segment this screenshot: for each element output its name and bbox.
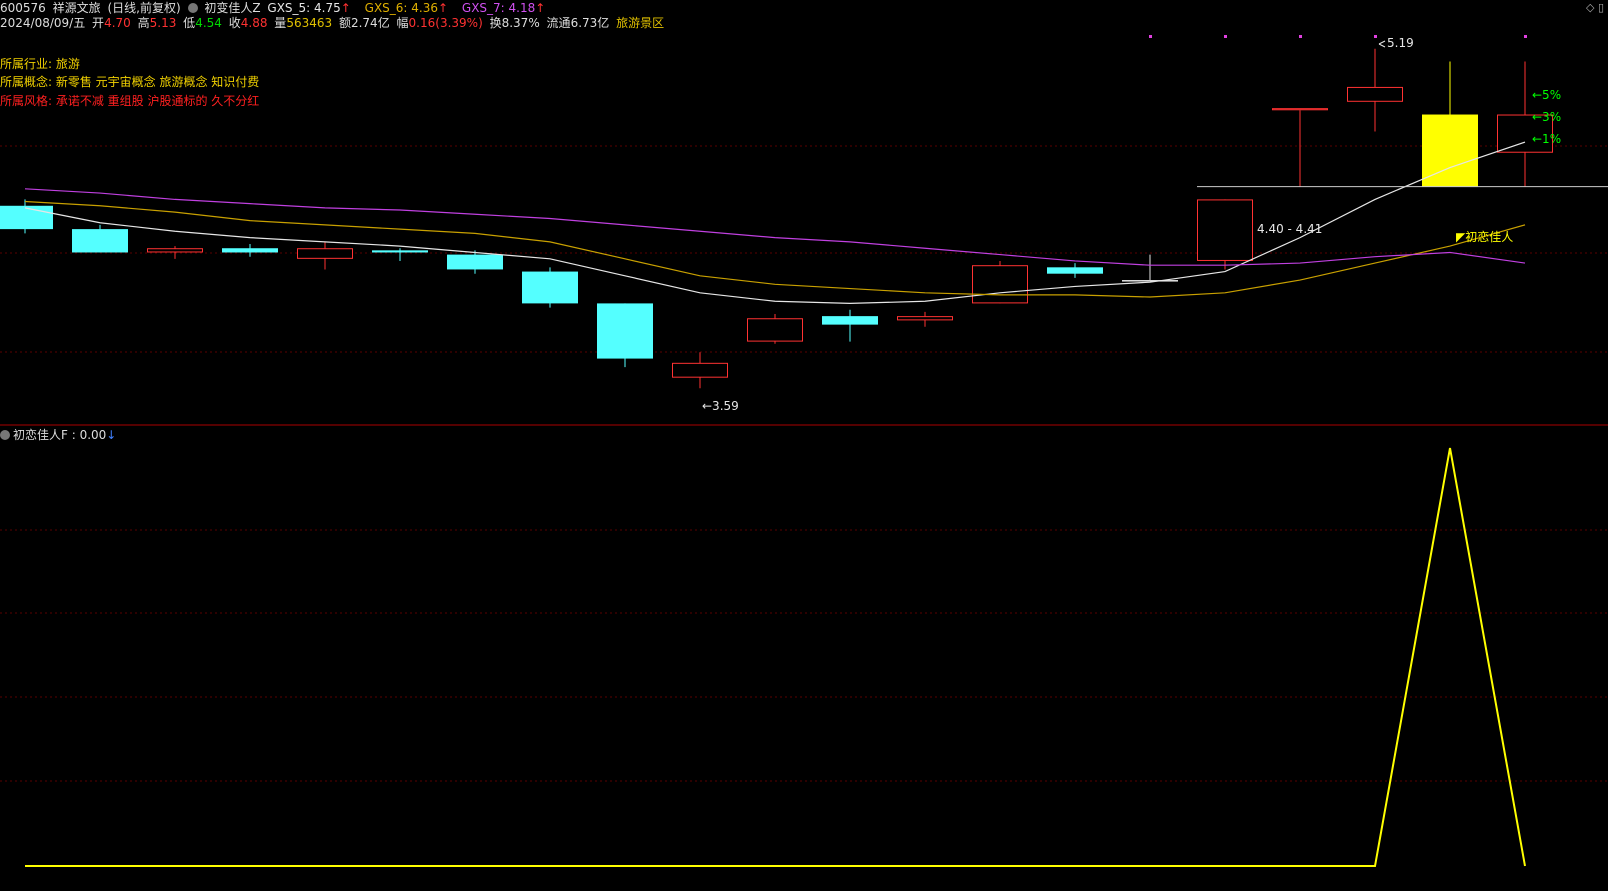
high: 高5.13 — [137, 16, 177, 30]
candle-body — [972, 265, 1028, 304]
candle-body — [222, 248, 278, 253]
gxs6-label: GXS_6: 4.36 — [364, 1, 438, 15]
header-line-2: 2024/08/09/五 开4.70 高5.13 低4.54 收4.88 量56… — [0, 16, 667, 30]
candle-body — [1272, 108, 1328, 111]
window-controls: ◇ ▯ — [1586, 1, 1604, 14]
info-industry: 所属行业: 旅游 — [0, 57, 80, 71]
candle-body — [1122, 280, 1178, 282]
date: 2024/08/09/五 — [0, 16, 86, 30]
marker-dot — [1299, 35, 1302, 38]
candle-body — [1197, 199, 1253, 261]
low-label: ←3.59 — [702, 399, 739, 413]
marker-dot — [1149, 35, 1152, 38]
sub-indicator-toggle-icon[interactable] — [0, 430, 10, 440]
candle-body — [447, 254, 503, 270]
diamond-icon[interactable]: ◇ — [1586, 1, 1594, 14]
stock-name: 祥源文旅 — [52, 1, 101, 15]
marker-dot — [1224, 35, 1227, 38]
turnover: 换8.37% — [489, 16, 540, 30]
candle-body — [747, 318, 803, 342]
open: 开4.70 — [92, 16, 131, 30]
amount: 额2.74亿 — [338, 16, 390, 30]
candle-body — [372, 250, 428, 253]
high-label: 5.19 — [1387, 36, 1414, 50]
change: 幅0.16(3.39%) — [396, 16, 483, 30]
candle-body — [147, 248, 203, 253]
sub-indicator-panel — [25, 447, 1526, 867]
gxs5-label: GXS_5: 4.75 — [267, 1, 341, 15]
candle-body — [597, 303, 653, 359]
grid-lines — [0, 145, 1608, 782]
candlestick-chart[interactable]: 5.19 ←3.59 4.40 - 4.41 ◤初恋佳人 ←5% ←3% ←1% — [0, 0, 1608, 891]
gxs5-arrow: ↑ — [340, 1, 351, 15]
gxs7-label: GXS_7: 4.18 — [461, 1, 536, 15]
signal-label: ◤初恋佳人 — [1456, 229, 1513, 244]
chart-mode: (日线,前复权) — [107, 1, 181, 15]
pct-label: ←3% — [1532, 110, 1561, 124]
close: 收4.88 — [228, 16, 268, 30]
annotations: 5.19 ←3.59 4.40 - 4.41 ◤初恋佳人 ←5% ←3% ←1% — [702, 35, 1608, 413]
candle-body — [1047, 267, 1103, 274]
marker-dot — [1524, 35, 1527, 38]
candle-body — [897, 316, 953, 321]
marker-dot — [1374, 35, 1377, 38]
sub-panel-header: 初恋佳人F : 0.00↓ — [0, 428, 119, 442]
pct-label: ←5% — [1532, 88, 1561, 102]
candle-body — [297, 248, 353, 259]
candle-body — [522, 271, 578, 304]
candle-body — [72, 229, 128, 253]
candle-body — [1347, 86, 1403, 102]
stock-code: 600576 — [0, 1, 46, 15]
candle-body — [0, 205, 53, 230]
indicator-toggle-icon[interactable] — [187, 3, 198, 13]
float-cap: 流通6.73亿 — [546, 16, 610, 30]
sub-panel-title: 初恋佳人F : 0.00 — [13, 428, 107, 442]
panel-icon[interactable]: ▯ — [1598, 1, 1604, 14]
candle-body — [822, 316, 878, 325]
low: 低4.54 — [183, 16, 222, 30]
sector[interactable]: 旅游景区 — [616, 16, 664, 30]
signal-line — [25, 447, 1526, 867]
info-concept: 所属概念: 新零售 元宇宙概念 旅游概念 知识付费 — [0, 75, 260, 89]
pct-label: ←1% — [1532, 132, 1561, 146]
sub-panel-arrow: ↓ — [106, 428, 117, 442]
indicator-name: 初变佳人Z — [204, 1, 261, 15]
gxs7-arrow: ↑ — [535, 1, 546, 15]
gxs6-arrow: ↑ — [438, 1, 449, 15]
high-arrow — [1378, 40, 1386, 48]
range-label: 4.40 - 4.41 — [1257, 222, 1322, 236]
volume: 量563463 — [274, 16, 333, 30]
info-style: 所属风格: 承诺不减 重组股 沪股通标的 久不分红 — [0, 94, 260, 108]
candle-body — [672, 362, 728, 378]
header-line-1: 600576 祥源文旅 (日线,前复权) 初变佳人Z GXS_5: 4.75↑ … — [0, 1, 548, 15]
